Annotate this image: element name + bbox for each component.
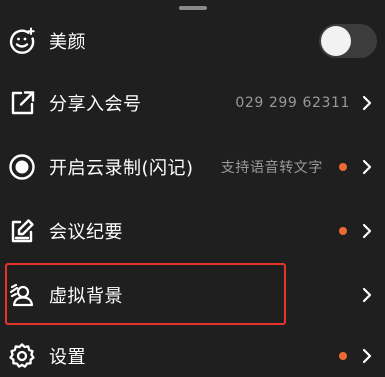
menu-item-cloud-record[interactable]: 开启云录制(闪记) 支持语音转文字 [0,141,385,193]
menu-item-settings-label: 设置 [49,347,86,368]
menu-item-beauty[interactable]: 美颜 [0,15,385,67]
more-options-sheet: 美颜 分享入会号 029 299 62311 开启云录制(闪记) 支持语音转文字… [0,0,385,377]
new-indicator-dot [339,352,347,360]
record-icon [8,153,36,181]
menu-item-share-label: 分享入会号 [49,94,142,115]
gear-icon [8,342,36,370]
menu-item-virtual-background[interactable]: 虚拟背景 [0,269,385,321]
chevron-right-icon [361,348,373,364]
beauty-toggle-switch[interactable] [319,24,377,58]
new-indicator-dot [339,227,347,235]
virtual-background-icon [8,281,36,309]
note-edit-icon [8,217,36,245]
chevron-right-icon [361,287,373,303]
menu-item-share-meeting-id[interactable]: 分享入会号 029 299 62311 [0,77,385,129]
chevron-right-icon [361,95,373,111]
new-indicator-dot [339,163,347,171]
smiley-sparkle-icon [8,27,36,55]
chevron-right-icon [361,159,373,175]
toggle-knob [321,26,351,56]
share-external-icon [8,89,36,117]
chevron-right-icon [361,223,373,239]
menu-item-record-label: 开启云录制(闪记) [49,158,194,179]
menu-item-background-label: 虚拟背景 [49,286,123,307]
sheet-drag-handle[interactable] [179,6,207,10]
menu-item-settings[interactable]: 设置 [0,330,385,377]
menu-item-beauty-label: 美颜 [49,32,86,53]
menu-item-meeting-minutes[interactable]: 会议纪要 [0,205,385,257]
record-hint-text: 支持语音转文字 [220,160,323,176]
meeting-id-value: 029 299 62311 [235,95,350,111]
menu-item-minutes-label: 会议纪要 [49,222,123,243]
